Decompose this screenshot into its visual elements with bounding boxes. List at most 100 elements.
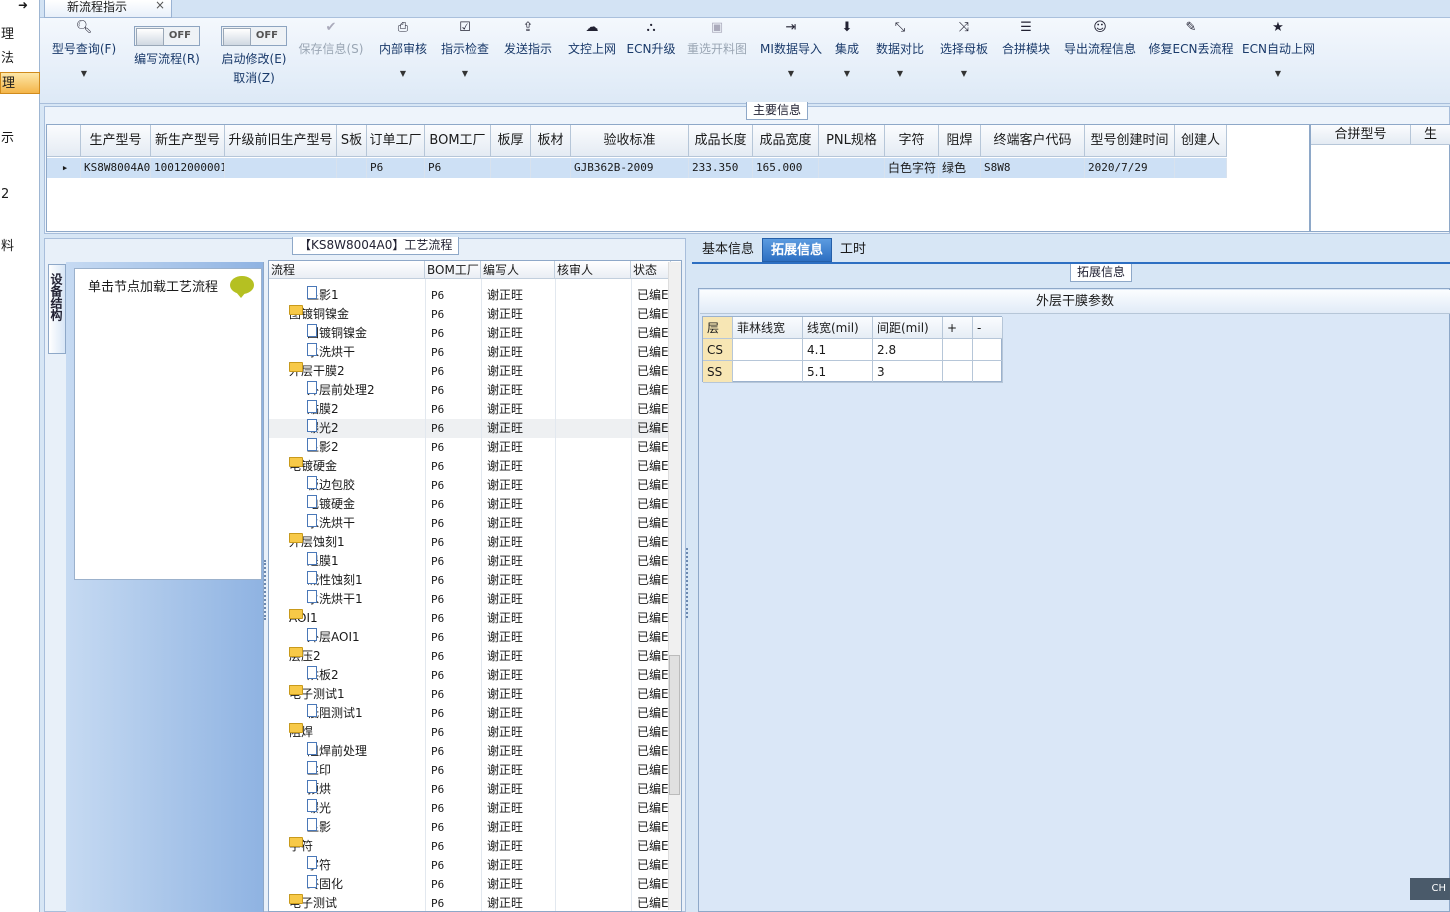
send-instruction-button[interactable]: ⇪ 发送指示 [500, 18, 556, 104]
ecn-auto-upload-button[interactable]: ★ ECN自动上网 ▼ [1242, 18, 1315, 104]
param-cell[interactable] [733, 339, 803, 361]
left-nav-item[interactable]: 料 [0, 236, 40, 258]
left-nav-item[interactable]: 理 [0, 72, 40, 94]
left-nav-item[interactable]: 法 [0, 48, 40, 70]
table-row[interactable]: 外层AOI1 P6 谢正旺 已编E [269, 628, 669, 647]
grid-cell[interactable]: 165.000 [753, 158, 819, 178]
tree-node[interactable]: 显影2 [307, 438, 339, 457]
grid-col-header[interactable]: 新生产型号 [151, 125, 225, 157]
tree-node[interactable]: 退膜1 [307, 552, 339, 571]
table-row[interactable]: 曝光 P6 谢正旺 已编E [269, 799, 669, 818]
doc-control-upload-button[interactable]: ☁ 文控上网 [564, 18, 620, 104]
param-cell[interactable] [943, 339, 973, 361]
tree-node[interactable]: 外层前处理2 [307, 381, 375, 400]
tree-node[interactable]: 预烘 [307, 780, 331, 799]
grid-col-header[interactable]: 字符 [885, 125, 939, 157]
process-tree-grid[interactable]: 流程BOM工厂编写人核审人状态▲显影1P6谢正旺已编E−图镀铜镍金P6谢正旺已编… [268, 260, 682, 912]
tree-node[interactable]: 外层AOI1 [307, 628, 360, 647]
table-row[interactable]: 外层前处理2 P6 谢正旺 已编E [269, 381, 669, 400]
param-cell[interactable]: SS [703, 361, 733, 383]
main-info-grid[interactable]: 生产型号 新生产型号 升级前旧生产型号 S板 订单工厂 BOM工厂 板厚 板材 验收标准 成品长度… [46, 124, 1310, 232]
table-row[interactable]: −外层干膜2 P6 谢正旺 已编E [269, 362, 669, 381]
table-row[interactable]: 碱性蚀刻1 P6 谢正旺 已编E [269, 571, 669, 590]
grid-col-header[interactable]: 终端客户代码 [981, 125, 1085, 157]
param-cell[interactable] [733, 361, 803, 383]
table-row[interactable]: 预烘 P6 谢正旺 已编E [269, 780, 669, 799]
grid-cell[interactable] [225, 158, 337, 178]
param-cell[interactable] [973, 339, 1003, 361]
table-row[interactable]: −外层蚀刻1 P6 谢正旺 已编E [269, 533, 669, 552]
grid-col-header[interactable]: 生产型号 [81, 125, 151, 157]
param-col-header[interactable]: + [943, 317, 973, 339]
grid-col-header[interactable]: BOM工厂 [425, 125, 491, 157]
tree-node[interactable]: −字符 [289, 837, 313, 856]
grid-col-header[interactable]: 合拼型号 [1311, 125, 1411, 145]
toggle-switch[interactable]: OFF [134, 26, 200, 46]
table-row[interactable]: 显影1 P6 谢正旺 已编E [269, 286, 669, 305]
tree-node[interactable]: 碱性蚀刻1 [307, 571, 363, 590]
table-row[interactable]: 字符 P6 谢正旺 已编E [269, 856, 669, 875]
table-row[interactable]: 低阻测试1 P6 谢正旺 已编E [269, 704, 669, 723]
table-row[interactable]: −电子测试 P6 谢正旺 已编E [269, 894, 669, 911]
grid-col-header[interactable]: S板 [337, 125, 367, 157]
param-cell[interactable]: CS [703, 339, 733, 361]
table-row[interactable]: 水洗烘干1 P6 谢正旺 已编E [269, 590, 669, 609]
integrate-button[interactable]: ⬇ 集成 ▼ [832, 18, 862, 104]
left-nav-item[interactable]: 理 [0, 24, 40, 46]
ecn-upgrade-button[interactable]: ⛬ ECN升级 [626, 18, 676, 104]
grid-cell[interactable]: 绿色 [939, 158, 981, 178]
grid-col-header[interactable]: 型号创建时间 [1085, 125, 1175, 157]
merge-model-grid[interactable]: 合拼型号生 [1310, 124, 1450, 232]
reselect-drawing-button[interactable]: ▣ 重选开料图 [684, 18, 750, 104]
grid-cell[interactable]: GJB362B-2009 [571, 158, 689, 178]
table-row[interactable]: 板边包胶 P6 谢正旺 已编E [269, 476, 669, 495]
tree-node[interactable]: −电子测试1 [289, 685, 345, 704]
tree-node[interactable]: −电镀硬金 [289, 457, 337, 476]
grid-col-header[interactable]: 成品长度 [689, 125, 753, 157]
tree-node[interactable]: 水洗烘干 [307, 514, 355, 533]
tree-node[interactable]: 曝光2 [307, 419, 339, 438]
tree-col-header[interactable]: 核审人 [555, 261, 631, 279]
grid-cell[interactable]: P6 [367, 158, 425, 178]
tree-node[interactable]: 贴膜2 [307, 400, 339, 419]
table-row[interactable]: 阻焊前处理 P6 谢正旺 已编E [269, 742, 669, 761]
table-row[interactable]: 显影2 P6 谢正旺 已编E [269, 438, 669, 457]
tree-node[interactable]: 显影1 [307, 286, 339, 305]
grid-col-header[interactable]: 订单工厂 [367, 125, 425, 157]
tree-node[interactable]: 水洗烘干1 [307, 590, 363, 609]
model-query-button[interactable]: 🔍︎ 型号查询(F) ▼ [48, 18, 120, 104]
doc-tab[interactable]: 新流程指示 × [44, 0, 172, 18]
grid-cell[interactable] [531, 158, 571, 178]
param-col-header[interactable]: - [973, 317, 1003, 339]
grid-col-header[interactable]: 创建人 [1175, 125, 1227, 157]
tree-col-header[interactable]: BOM工厂 [425, 261, 481, 279]
param-cell[interactable]: 4.1 [803, 339, 873, 361]
table-row[interactable]: 水洗烘干 P6 谢正旺 已编E [269, 343, 669, 362]
tree-col-header[interactable]: 状态 [631, 261, 671, 279]
tree-node[interactable]: −电子测试 [289, 894, 337, 911]
toggle-switch[interactable]: OFF [221, 26, 287, 46]
tree-node[interactable]: −层压2 [289, 647, 321, 666]
tree-scrollbar[interactable] [668, 262, 681, 910]
param-cell[interactable]: 2.8 [873, 339, 943, 361]
tree-node[interactable]: 终固化 [307, 875, 343, 894]
grid-cell[interactable]: 233.350 [689, 158, 753, 178]
grid-cell[interactable] [1175, 158, 1227, 178]
grid-col-header[interactable]: 阻焊 [939, 125, 981, 157]
grid-cell[interactable]: 10012000001860 [151, 158, 225, 178]
enable-edit-toggle[interactable]: OFF 启动修改(E) 取消(Z) [212, 18, 296, 104]
tree-col-header[interactable]: 编写人 [481, 261, 555, 279]
left-nav-item[interactable]: 示 [0, 128, 40, 150]
repair-ecn-button[interactable]: ✎ 修复ECN丢流程 [1148, 18, 1234, 104]
grid-cell[interactable]: P6 [425, 158, 491, 178]
tree-node[interactable]: −阻焊 [289, 723, 313, 742]
back-icon[interactable]: ➜ [18, 0, 34, 12]
param-cell[interactable] [943, 361, 973, 383]
table-row[interactable]: −电镀硬金 P6 谢正旺 已编E [269, 457, 669, 476]
table-row[interactable]: −图镀铜镍金 P6 谢正旺 已编E [269, 305, 669, 324]
instruction-check-button[interactable]: ☑ 指示检查 ▼ [438, 18, 492, 104]
table-row[interactable]: 终固化 P6 谢正旺 已编E [269, 875, 669, 894]
table-row[interactable]: 烘板2 P6 谢正旺 已编E [269, 666, 669, 685]
param-cell[interactable] [973, 361, 1003, 383]
grid-col-header[interactable]: 板厚 [491, 125, 531, 157]
